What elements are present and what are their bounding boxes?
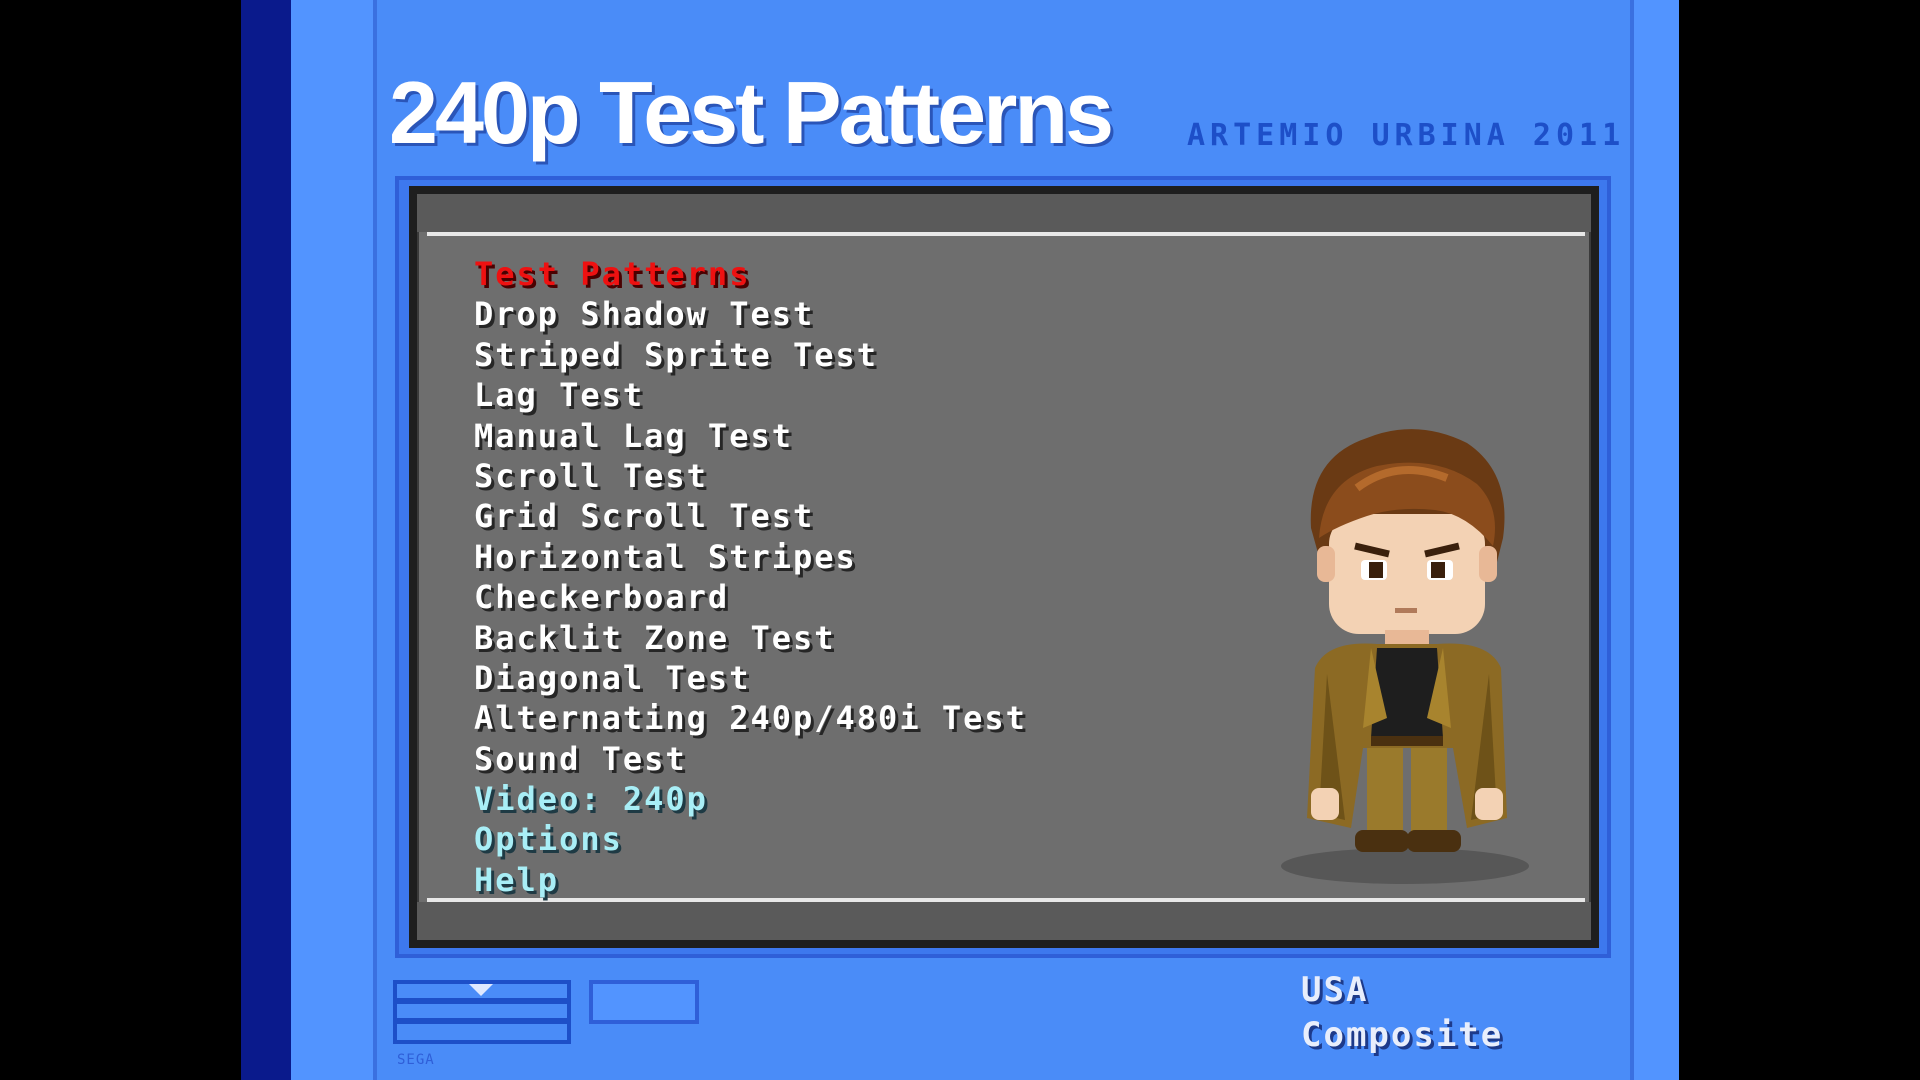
video-output-label: Composite [1301, 1015, 1504, 1055]
down-arrow-icon [469, 984, 493, 996]
indicator-bar-bottom [397, 1018, 567, 1024]
app-title: 240p Test Patterns [389, 63, 1114, 162]
region-label: USA [1301, 970, 1369, 1010]
menu-item-drop-shadow-test[interactable]: Drop Shadow Test [474, 294, 1027, 334]
menu-item-scroll-test[interactable]: Scroll Test [474, 456, 1027, 496]
menu-item-video-mode[interactable]: Video: 240p [474, 779, 1027, 819]
footer-small-label: SEGA [397, 1052, 435, 1068]
controller-indicator [393, 980, 571, 1044]
menu-item-checkerboard[interactable]: Checkerboard [474, 577, 1027, 617]
menu-item-diagonal-test[interactable]: Diagonal Test [474, 658, 1027, 698]
status-box [589, 980, 699, 1024]
left-dark-border [241, 0, 291, 1080]
indicator-bar-top [397, 998, 567, 1004]
panel-divider-top [427, 232, 1585, 236]
menu-item-horizontal-stripes[interactable]: Horizontal Stripes [474, 537, 1027, 577]
right-border [1630, 0, 1679, 1080]
author-credit: ARTEMIO URBINA 2011 [1187, 118, 1626, 153]
menu-item-sound-test[interactable]: Sound Test [474, 739, 1027, 779]
panel-bottom-band [417, 902, 1591, 940]
character-portrait [1281, 429, 1529, 884]
main-menu: Test Patterns Drop Shadow Test Striped S… [474, 254, 1027, 900]
menu-item-lag-test[interactable]: Lag Test [474, 375, 1027, 415]
menu-item-manual-lag-test[interactable]: Manual Lag Test [474, 416, 1027, 456]
menu-item-grid-scroll-test[interactable]: Grid Scroll Test [474, 496, 1027, 536]
panel-top-band [417, 194, 1591, 232]
menu-item-options[interactable]: Options [474, 819, 1027, 859]
menu-item-alternating-240p-480i-test[interactable]: Alternating 240p/480i Test [474, 698, 1027, 738]
left-light-border [291, 0, 377, 1080]
menu-panel: Test Patterns Drop Shadow Test Striped S… [409, 186, 1599, 948]
menu-item-test-patterns[interactable]: Test Patterns [474, 254, 1027, 294]
menu-item-help[interactable]: Help [474, 860, 1027, 900]
menu-item-backlit-zone-test[interactable]: Backlit Zone Test [474, 618, 1027, 658]
menu-item-striped-sprite-test[interactable]: Striped Sprite Test [474, 335, 1027, 375]
app-screen: 240p Test Patterns ARTEMIO URBINA 2011 T… [241, 0, 1679, 1080]
